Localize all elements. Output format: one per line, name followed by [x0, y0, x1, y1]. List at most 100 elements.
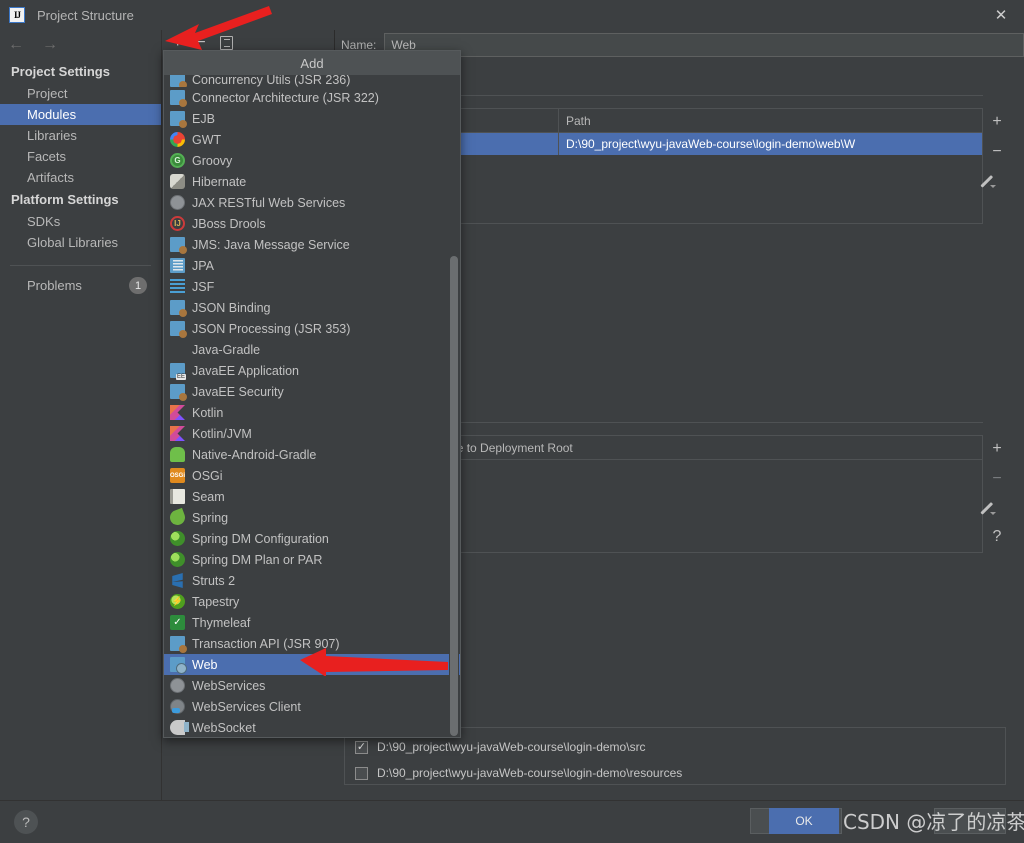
add-facet-popup: Add Concurrency Utils (JSR 236) Connector… [163, 50, 461, 738]
globe-icon [170, 195, 185, 210]
ok-button[interactable]: OK [769, 808, 839, 834]
facet-list-item-label: JMS: Java Message Service [192, 237, 350, 252]
facet-list-item-osgi[interactable]: OSGi OSGi [164, 465, 460, 486]
intellij-logo-icon: IJ [9, 7, 25, 23]
facet-list-item-ejb[interactable]: EJB [164, 108, 460, 129]
facet-list-item-label: Kotlin/JVM [192, 426, 252, 441]
facet-list-item-label: JBoss Drools [192, 216, 266, 231]
facet-list-item-webservices-client[interactable]: WebServices Client [164, 696, 460, 717]
remove-facet-button[interactable]: − [196, 35, 205, 51]
jee-icon [170, 321, 187, 338]
remove-descriptor-button[interactable]: − [992, 144, 1001, 160]
facet-list-item-concurrency-utils-jsr-236[interactable]: Concurrency Utils (JSR 236) [164, 75, 460, 87]
jee-icon [170, 75, 187, 87]
sidebar-item-sdks[interactable]: SDKs [0, 211, 161, 232]
sidebar-item-global-libraries[interactable]: Global Libraries [0, 232, 161, 253]
thyme-icon: ✓ [170, 615, 185, 630]
facet-list-item-spring[interactable]: Spring [164, 507, 460, 528]
facet-list-item-label: Native-Android-Gradle [192, 447, 317, 462]
facet-list-item-label: Java-Gradle [192, 342, 261, 357]
sidebar-group-platform-settings: Platform Settings [11, 192, 119, 207]
close-icon[interactable]: ✕ [978, 0, 1024, 30]
facet-list-item-label: EJB [192, 111, 215, 126]
help-button[interactable]: ? [14, 810, 38, 834]
source-root-path: D:\90_project\wyu-javaWeb-course\login-d… [377, 740, 646, 754]
facet-list-item-hibernate[interactable]: Hibernate [164, 171, 460, 192]
source-root-path: D:\90_project\wyu-javaWeb-course\login-d… [377, 766, 683, 780]
facet-list-item-connector-architecture-jsr-322[interactable]: Connector Architecture (JSR 322) [164, 87, 460, 108]
help-directories-button[interactable]: ? [993, 529, 1002, 545]
facet-list-item-label: Groovy [192, 153, 233, 168]
facet-list-item-jboss-drools[interactable]: IJ JBoss Drools [164, 213, 460, 234]
sidebar-item-artifacts[interactable]: Artifacts [0, 167, 161, 188]
jee-icon [170, 384, 187, 401]
hib-icon [170, 174, 185, 189]
facet-list-item-jax-restful-web-services[interactable]: JAX RESTful Web Services [164, 192, 460, 213]
back-arrow-icon[interactable]: ← [8, 36, 24, 54]
sidebar-item-problems[interactable]: Problems 1 [0, 274, 161, 297]
struts-icon [172, 573, 183, 588]
facet-list-item-label: JSF [192, 279, 215, 294]
jee-icon [170, 111, 187, 128]
facet-list-item-kotlin-jvm[interactable]: Kotlin/JVM [164, 423, 460, 444]
sidebar-item-libraries[interactable]: Libraries [0, 125, 161, 146]
tapestry-icon: ⚡ [170, 594, 185, 609]
list-item[interactable]: D:\90_project\wyu-javaWeb-course\login-d… [355, 760, 1005, 786]
facet-list-item-native-android-gradle[interactable]: Native-Android-Gradle [164, 444, 460, 465]
facet-list-item-label: Concurrency Utils (JSR 236) [192, 75, 351, 87]
facet-list-item-websocket[interactable]: WebSocket [164, 717, 460, 737]
facet-list-item-webservices[interactable]: WebServices [164, 675, 460, 696]
pencil-icon[interactable] [990, 501, 1004, 515]
facet-list-item-json-binding[interactable]: JSON Binding [164, 297, 460, 318]
facet-list-item-java-gradle[interactable]: Java-Gradle [164, 339, 460, 360]
facet-list-item-web[interactable]: Web [164, 654, 460, 675]
add-facet-button[interactable]: + [173, 35, 182, 51]
facet-list-item-label: Connector Architecture (JSR 322) [192, 90, 379, 105]
facet-list-item-seam[interactable]: Seam [164, 486, 460, 507]
directories-col-relative: Path Relative to Deployment Root [392, 440, 573, 455]
facet-list-item-transaction-api-jsr-907[interactable]: Transaction API (JSR 907) [164, 633, 460, 654]
settings-sidebar: ← → Project Settings Project Modules Lib… [0, 30, 162, 800]
facet-list-item-javaee-security[interactable]: JavaEE Security [164, 381, 460, 402]
facet-list-item-spring-dm-plan-or-par[interactable]: Spring DM Plan or PAR [164, 549, 460, 570]
facet-list-item-label: JavaEE Security [192, 384, 284, 399]
web-icon [170, 657, 187, 674]
facet-list-item-jms-java-message-service[interactable]: JMS: Java Message Service [164, 234, 460, 255]
sidebar-item-facets[interactable]: Facets [0, 146, 161, 167]
facet-name-input[interactable] [384, 33, 1024, 57]
facet-list-item-jpa[interactable]: JPA [164, 255, 460, 276]
facet-list-item-label: GWT [192, 132, 222, 147]
descriptors-col-path: Path [566, 113, 591, 128]
sidebar-item-modules[interactable]: Modules [0, 104, 161, 125]
facet-list-item-kotlin[interactable]: Kotlin [164, 402, 460, 423]
facet-list-item-thymeleaf[interactable]: ✓ Thymeleaf [164, 612, 460, 633]
jee-icon [170, 636, 187, 653]
globe2-icon [170, 699, 185, 714]
jsf-icon [170, 279, 185, 294]
source-root-checkbox[interactable] [355, 766, 368, 780]
facet-list-item-jsf[interactable]: JSF [164, 276, 460, 297]
springdm-icon [170, 531, 185, 546]
title-bar: IJ Project Structure ✕ [0, 0, 1024, 30]
remove-directory-button[interactable]: − [992, 471, 1001, 487]
add-directory-button[interactable]: + [992, 441, 1001, 457]
facet-list-item-groovy[interactable]: G Groovy [164, 150, 460, 171]
add-descriptor-button[interactable]: + [992, 114, 1001, 130]
seam-icon [170, 489, 185, 504]
popup-scrollbar-thumb[interactable] [450, 256, 458, 736]
facet-list-item-struts-2[interactable]: Struts 2 [164, 570, 460, 591]
facet-list-item-json-processing-jsr-353[interactable]: JSON Processing (JSR 353) [164, 318, 460, 339]
popup-scrollbar[interactable] [449, 76, 459, 737]
source-root-checkbox[interactable]: ✓ [355, 740, 368, 754]
facet-list-item-javaee-application[interactable]: JavaEE Application [164, 360, 460, 381]
facet-list-item-spring-dm-configuration[interactable]: Spring DM Configuration [164, 528, 460, 549]
kotlin-icon [170, 405, 185, 420]
forward-arrow-icon[interactable]: → [42, 36, 58, 54]
project-structure-dialog: IJ Project Structure ✕ ← → Project Setti… [0, 0, 1024, 843]
drools-icon: IJ [170, 216, 185, 231]
sidebar-item-project[interactable]: Project [0, 83, 161, 104]
pencil-icon[interactable] [990, 174, 1004, 188]
copy-icon[interactable] [219, 36, 233, 50]
facet-list-item-gwt[interactable]: GWT [164, 129, 460, 150]
facet-list-item-tapestry[interactable]: ⚡ Tapestry [164, 591, 460, 612]
